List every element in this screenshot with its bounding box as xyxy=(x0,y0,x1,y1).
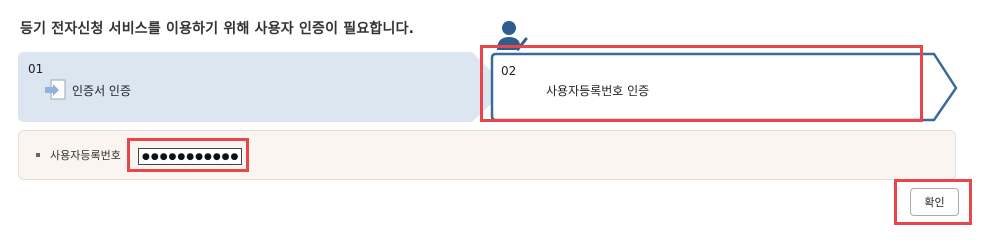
arrow-into-document-icon xyxy=(44,78,68,102)
step-1-number: 01 xyxy=(28,62,44,76)
field-bullet xyxy=(36,153,40,157)
page-instruction: 등기 전자신청 서비스를 이용하기 위해 사용자 인증이 필요합니다. xyxy=(20,21,415,37)
registration-number-label: 사용자등록번호 xyxy=(50,149,121,162)
confirm-highlight xyxy=(894,179,972,225)
input-highlight xyxy=(127,138,249,172)
step-2-highlight xyxy=(480,45,923,122)
step-1-label: 인증서 인증 xyxy=(72,84,132,98)
